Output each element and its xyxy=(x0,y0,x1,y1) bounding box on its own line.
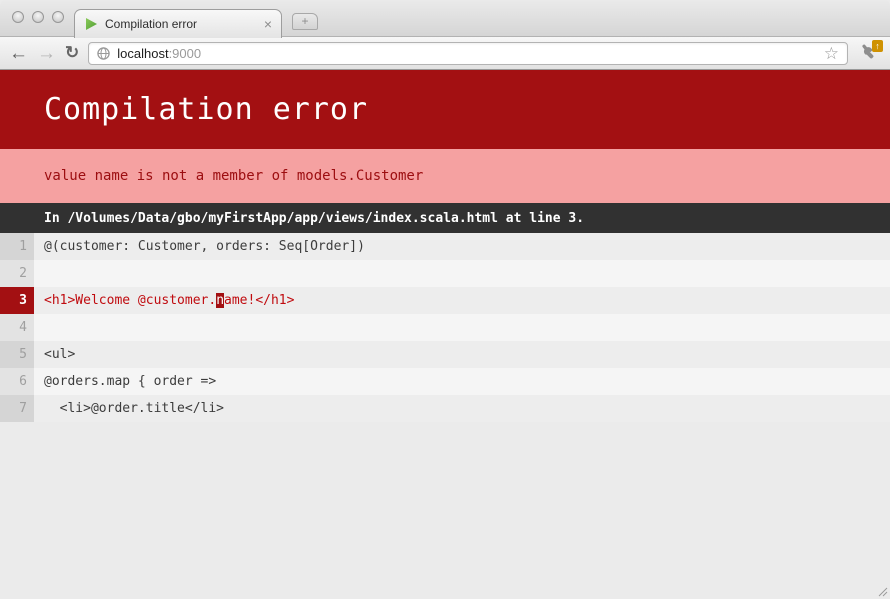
url-text: localhost:9000 xyxy=(117,46,201,61)
code-line: 1 @(customer: Customer, orders: Seq[Orde… xyxy=(0,233,890,260)
code-listing: 1 @(customer: Customer, orders: Seq[Orde… xyxy=(0,233,890,422)
code-line: 4 xyxy=(0,314,890,341)
reload-button[interactable]: ↻ xyxy=(65,43,79,63)
line-number: 1 xyxy=(0,233,34,260)
line-source: @(customer: Customer, orders: Seq[Order]… xyxy=(34,233,890,260)
navigation-toolbar: ← → ↻ localhost:9000 ☆ ↑ xyxy=(0,37,890,70)
tab-close-icon[interactable]: × xyxy=(264,17,272,31)
error-message-banner: value name is not a member of models.Cus… xyxy=(0,149,890,203)
line-number: 2 xyxy=(0,260,34,287)
line-source: <h1>Welcome @customer.name!</h1> xyxy=(34,287,890,314)
url-port: :9000 xyxy=(169,46,202,61)
page-content: Compilation error value name is not a me… xyxy=(0,70,890,599)
minimize-window-button[interactable] xyxy=(32,11,44,23)
resize-grip[interactable] xyxy=(875,584,888,597)
line-source xyxy=(34,314,890,341)
browser-window: Compilation error × + ← → ↻ localhost:90… xyxy=(0,0,890,599)
error-location-bar: In /Volumes/Data/gbo/myFirstApp/app/view… xyxy=(0,203,890,233)
line-source xyxy=(34,260,890,287)
url-host: localhost xyxy=(117,46,168,61)
browser-menu-button[interactable]: ↑ xyxy=(857,42,881,64)
code-line: 3 <h1>Welcome @customer.name!</h1> xyxy=(0,287,890,314)
play-framework-icon xyxy=(84,17,98,31)
line-number: 6 xyxy=(0,368,34,395)
title-bar: Compilation error × + xyxy=(0,0,890,37)
page-title: Compilation error xyxy=(44,92,368,127)
back-button[interactable]: ← xyxy=(9,44,28,63)
line-source: <li>@order.title</li> xyxy=(34,395,890,422)
close-window-button[interactable] xyxy=(12,11,24,23)
new-tab-button[interactable]: + xyxy=(292,13,318,30)
line-source: <ul> xyxy=(34,341,890,368)
error-message: value name is not a member of models.Cus… xyxy=(44,168,423,184)
bookmark-star-icon[interactable]: ☆ xyxy=(824,45,839,62)
browser-tab[interactable]: Compilation error × xyxy=(74,9,282,38)
address-bar[interactable]: localhost:9000 ☆ xyxy=(88,42,848,65)
globe-icon xyxy=(97,47,110,60)
window-controls xyxy=(12,11,64,23)
error-header: Compilation error xyxy=(0,70,890,149)
error-marker: n xyxy=(216,293,224,308)
zoom-window-button[interactable] xyxy=(52,11,64,23)
line-number: 5 xyxy=(0,341,34,368)
update-badge: ↑ xyxy=(872,40,883,52)
tab-title: Compilation error xyxy=(105,17,257,31)
line-number: 7 xyxy=(0,395,34,422)
code-line: 7 <li>@order.title</li> xyxy=(0,395,890,422)
line-number: 4 xyxy=(0,314,34,341)
code-line: 2 xyxy=(0,260,890,287)
line-source: @orders.map { order => xyxy=(34,368,890,395)
code-line: 5 <ul> xyxy=(0,341,890,368)
code-line: 6 @orders.map { order => xyxy=(0,368,890,395)
error-location: In /Volumes/Data/gbo/myFirstApp/app/view… xyxy=(44,211,584,226)
line-number: 3 xyxy=(0,287,34,314)
forward-button[interactable]: → xyxy=(37,44,56,63)
